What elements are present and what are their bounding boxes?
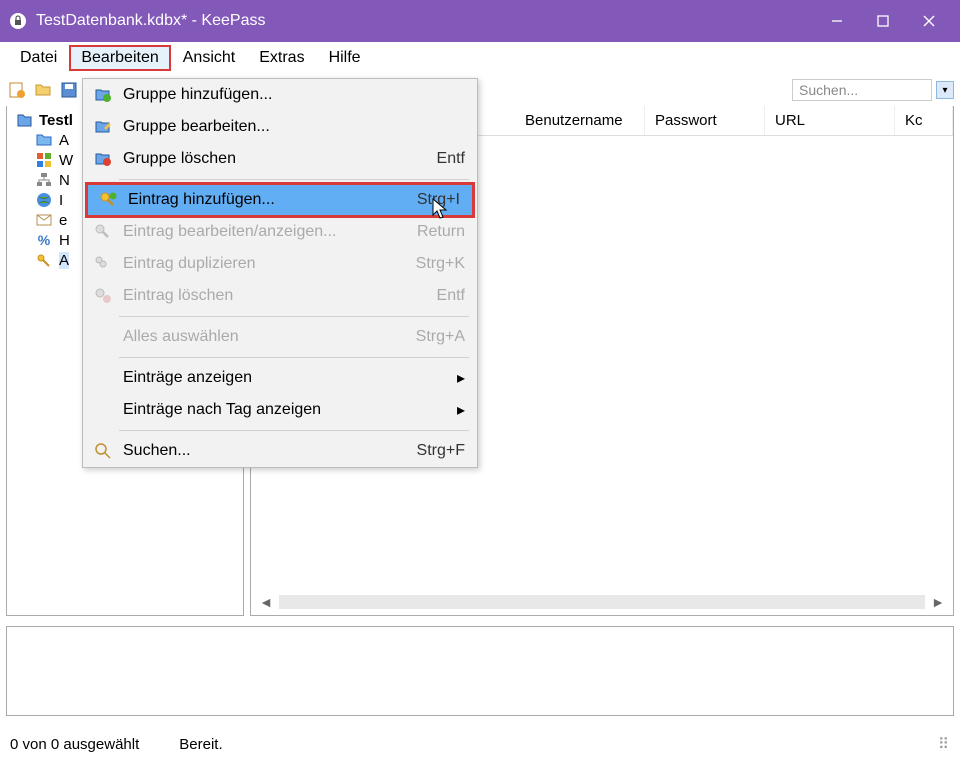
detail-pane — [6, 626, 954, 716]
status-ready: Bereit. — [179, 736, 222, 753]
folder-plus-icon — [91, 86, 115, 104]
window-title: TestDatenbank.kdbx* - KeePass — [36, 12, 265, 30]
menu-extras[interactable]: Extras — [247, 45, 316, 71]
scroll-left-icon[interactable]: ◄ — [257, 593, 275, 611]
menu-hilfe[interactable]: Hilfe — [317, 45, 373, 71]
keys-icon — [35, 251, 53, 269]
edit-menu-dropdown: Gruppe hinzufügen... Gruppe bearbeiten..… — [82, 78, 478, 468]
scroll-track[interactable] — [279, 595, 925, 609]
menu-datei[interactable]: Datei — [8, 45, 69, 71]
menu-bearbeiten[interactable]: Bearbeiten — [69, 45, 170, 71]
maximize-button[interactable] — [860, 0, 906, 42]
minimize-button[interactable] — [814, 0, 860, 42]
menu-entry-add[interactable]: Eintrag hinzufügen... Strg+I — [85, 182, 475, 218]
open-folder-icon[interactable] — [32, 79, 54, 101]
key-dup-icon — [91, 255, 115, 273]
search-input[interactable]: Suchen... — [792, 79, 932, 101]
network-icon — [35, 171, 53, 189]
close-button[interactable] — [906, 0, 952, 42]
key-edit-icon — [91, 223, 115, 241]
percent-icon: % — [35, 231, 53, 249]
globe-icon — [35, 191, 53, 209]
menubar: Datei Bearbeiten Ansicht Extras Hilfe — [0, 42, 960, 74]
menu-entry-edit: Eintrag bearbeiten/anzeigen... Return — [83, 216, 477, 248]
menu-separator — [119, 316, 469, 317]
menu-search[interactable]: Suchen... Strg+F — [83, 435, 477, 467]
folder-delete-icon — [91, 150, 115, 168]
submenu-arrow-icon: ▸ — [457, 400, 465, 420]
key-plus-icon — [96, 191, 120, 209]
lock-icon — [8, 11, 28, 31]
menu-entry-delete: Eintrag löschen Entf — [83, 280, 477, 312]
menu-show-entries-by-tag[interactable]: Einträge nach Tag anzeigen ▸ — [83, 394, 477, 426]
submenu-arrow-icon: ▸ — [457, 368, 465, 388]
search-icon — [91, 442, 115, 460]
menu-group-delete[interactable]: Gruppe löschen Entf — [83, 143, 477, 175]
statusbar: 0 von 0 ausgewählt Bereit. ⠿ — [2, 730, 958, 758]
folder-icon — [35, 131, 53, 149]
status-selection: 0 von 0 ausgewählt — [10, 736, 139, 753]
col-url[interactable]: URL — [765, 106, 895, 135]
titlebar: TestDatenbank.kdbx* - KeePass — [0, 0, 960, 42]
menu-show-entries[interactable]: Einträge anzeigen ▸ — [83, 362, 477, 394]
col-username[interactable]: Benutzername — [515, 106, 645, 135]
menu-separator — [119, 430, 469, 431]
menu-group-edit[interactable]: Gruppe bearbeiten... — [83, 111, 477, 143]
resize-grip-icon[interactable]: ⠿ — [938, 735, 950, 753]
menu-separator — [119, 179, 469, 180]
menu-separator — [119, 357, 469, 358]
save-icon[interactable] — [58, 79, 80, 101]
menu-select-all: Alles auswählen Strg+A — [83, 321, 477, 353]
folder-edit-icon — [91, 118, 115, 136]
key-delete-icon — [91, 287, 115, 305]
search-dropdown-button[interactable]: ▾ — [936, 81, 954, 99]
mail-icon — [35, 211, 53, 229]
menu-entry-duplicate: Eintrag duplizieren Strg+K — [83, 248, 477, 280]
horizontal-scrollbar[interactable]: ◄ ► — [257, 593, 947, 611]
windows-icon — [35, 151, 53, 169]
new-db-icon[interactable] — [6, 79, 28, 101]
col-password[interactable]: Passwort — [645, 106, 765, 135]
col-comment[interactable]: Kc — [895, 106, 953, 135]
db-icon — [15, 111, 33, 129]
menu-group-add[interactable]: Gruppe hinzufügen... — [83, 79, 477, 111]
menu-ansicht[interactable]: Ansicht — [171, 45, 247, 71]
scroll-right-icon[interactable]: ► — [929, 593, 947, 611]
